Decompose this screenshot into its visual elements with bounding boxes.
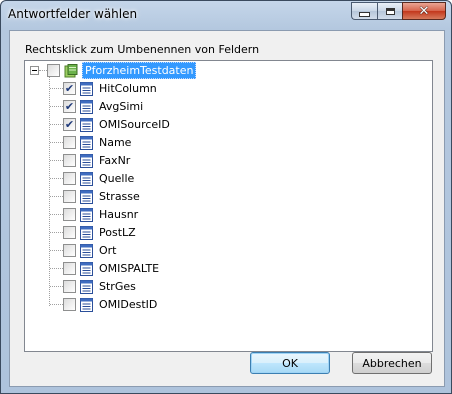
field-column-icon [80, 171, 93, 186]
tree-item[interactable]: OMISPALTE [63, 260, 159, 277]
field-checkbox[interactable] [63, 172, 76, 185]
tree-item[interactable]: ✔ AvgSimi [63, 98, 143, 115]
tree-item[interactable]: FaxNr [63, 152, 130, 169]
field-column-icon [80, 99, 93, 114]
tree-item[interactable]: ✔ OMISourceID [63, 116, 170, 133]
minimize-button[interactable] [351, 2, 377, 20]
field-column-icon [80, 189, 93, 204]
field-checkbox[interactable] [63, 208, 76, 221]
root-checkbox[interactable] [47, 64, 60, 77]
field-column-icon [80, 297, 93, 312]
maximize-icon [385, 7, 395, 15]
tree-item[interactable]: Hausnr [63, 206, 138, 223]
field-tree[interactable]: PforzheimTestdaten ✔ HitColumn ✔ AvgSimi ✔ OM… [24, 60, 433, 352]
field-column-icon [80, 243, 93, 258]
tree-item[interactable]: StrGes [63, 278, 136, 295]
field-label: FaxNr [99, 154, 131, 167]
field-checkbox[interactable] [63, 298, 76, 311]
field-checkbox[interactable] [63, 262, 76, 275]
title-bar[interactable]: Antwortfelder wählen ✕ [1, 1, 451, 29]
field-column-icon [80, 261, 93, 276]
field-label: Strasse [99, 190, 140, 203]
field-label: AvgSimi [99, 100, 144, 113]
tree-line [50, 250, 63, 251]
tree-line [50, 88, 63, 89]
tree-line [50, 142, 63, 143]
field-label: OMISourceID [99, 118, 170, 131]
field-label: Name [99, 136, 132, 149]
field-checkbox[interactable] [63, 226, 76, 239]
field-checkbox[interactable]: ✔ [63, 82, 76, 95]
field-checkbox[interactable] [63, 280, 76, 293]
field-column-icon [80, 279, 93, 294]
field-label: StrGes [99, 280, 136, 293]
field-label: OMISPALTE [99, 262, 160, 275]
tree-item[interactable]: Ort [63, 242, 117, 259]
tree-item[interactable]: Name [63, 134, 131, 151]
dialog-body: Rechtsklick zum Umbenennen von Feldern P… [9, 30, 445, 387]
field-column-icon [80, 117, 93, 132]
tree-item[interactable]: Quelle [63, 170, 134, 187]
tree-line [50, 124, 63, 125]
field-checkbox[interactable] [63, 136, 76, 149]
close-button[interactable]: ✕ [402, 2, 446, 20]
field-label: HitColumn [99, 82, 157, 95]
tree-root[interactable]: PforzheimTestdaten [47, 62, 197, 79]
instruction-label: Rechtsklick zum Umbenennen von Feldern [25, 43, 260, 56]
field-column-icon [80, 153, 93, 168]
tree-line [39, 70, 47, 71]
tree-line [50, 232, 63, 233]
field-label: Hausnr [99, 208, 139, 221]
tree-line [50, 268, 63, 269]
field-checkbox[interactable]: ✔ [63, 118, 76, 131]
field-label: Quelle [99, 172, 135, 185]
field-checkbox[interactable]: ✔ [63, 100, 76, 113]
tree-line [50, 214, 63, 215]
field-label: PostLZ [99, 226, 136, 239]
root-label: PforzheimTestdaten [82, 62, 197, 79]
tree-line [50, 196, 63, 197]
database-table-icon [64, 63, 78, 77]
tree-item[interactable]: Strasse [63, 188, 140, 205]
field-label: OMIDestID [99, 298, 158, 311]
window-title: Antwortfelder wählen [8, 7, 138, 21]
collapse-toggle[interactable] [30, 66, 39, 75]
field-checkbox[interactable] [63, 244, 76, 257]
dialog-window: Antwortfelder wählen ✕ Rechtsklick zum U… [0, 0, 452, 394]
caption-buttons: ✕ [351, 2, 446, 21]
field-checkbox[interactable] [63, 154, 76, 167]
tree-item[interactable]: PostLZ [63, 224, 136, 241]
field-checkbox[interactable] [63, 190, 76, 203]
field-column-icon [80, 207, 93, 222]
cancel-button[interactable]: Abbrechen [352, 352, 432, 374]
tree-line [50, 304, 63, 305]
tree-line [50, 178, 63, 179]
tree-line [50, 160, 63, 161]
minimize-icon [359, 12, 370, 17]
field-column-icon [80, 81, 93, 96]
field-column-icon [80, 135, 93, 150]
tree-line [49, 73, 50, 306]
field-label: Ort [99, 244, 117, 257]
tree-item[interactable]: OMIDestID [63, 296, 157, 313]
tree-line [50, 106, 63, 107]
tree-item[interactable]: ✔ HitColumn [63, 80, 157, 97]
maximize-button[interactable] [377, 2, 402, 20]
field-column-icon [80, 225, 93, 240]
ok-button[interactable]: OK [250, 352, 330, 374]
close-icon: ✕ [418, 3, 430, 19]
tree-line [50, 286, 63, 287]
